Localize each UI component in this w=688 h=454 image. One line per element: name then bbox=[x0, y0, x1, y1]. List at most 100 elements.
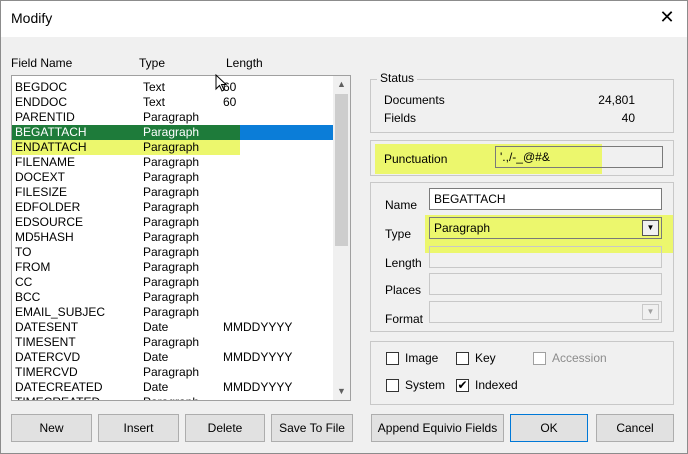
field-name-cell: FILESIZE bbox=[15, 185, 68, 199]
field-type-cell: Paragraph bbox=[143, 365, 200, 379]
list-item[interactable]: FILENAME Paragraph bbox=[12, 155, 334, 170]
field-name-cell: CC bbox=[15, 275, 33, 289]
field-name-cell: BCC bbox=[15, 290, 41, 304]
list-item[interactable]: FROM Paragraph bbox=[12, 260, 334, 275]
list-item[interactable]: BEGATTACH Paragraph bbox=[12, 125, 334, 140]
field-type-cell: Text bbox=[143, 95, 166, 109]
list-item[interactable]: ENDATTACH Paragraph bbox=[12, 140, 334, 155]
accession-label: Accession bbox=[552, 351, 607, 365]
field-name-cell: TIMECREATED bbox=[15, 395, 100, 400]
field-type-cell: Paragraph bbox=[143, 230, 200, 244]
system-checkbox[interactable] bbox=[386, 379, 399, 392]
field-name-cell: EDSOURCE bbox=[15, 215, 84, 229]
save-to-file-button[interactable]: Save To File bbox=[271, 414, 353, 442]
list-item[interactable]: CC Paragraph bbox=[12, 275, 334, 290]
field-name-cell: DATECREATED bbox=[15, 380, 103, 394]
list-item[interactable]: PARENTID Paragraph bbox=[12, 110, 334, 125]
type-label: Type bbox=[385, 227, 412, 241]
field-name-cell: DATERCVD bbox=[15, 350, 81, 364]
scroll-up-icon[interactable]: ▲ bbox=[333, 76, 350, 93]
list-item[interactable]: EDSOURCE Paragraph bbox=[12, 215, 334, 230]
punctuation-input[interactable]: '.,/-_@#& bbox=[495, 146, 663, 168]
format-select: ▼ bbox=[429, 301, 662, 323]
field-type-cell: Paragraph bbox=[143, 395, 199, 400]
key-checkbox[interactable] bbox=[456, 352, 469, 365]
image-checkbox[interactable] bbox=[386, 352, 399, 365]
list-item[interactable]: ENDDOC Text 60 bbox=[12, 95, 334, 110]
field-name-cell: DATESENT bbox=[15, 320, 79, 334]
punctuation-label: Punctuation bbox=[384, 152, 448, 166]
list-item[interactable]: TIMERCVD Paragraph bbox=[12, 365, 334, 380]
list-item[interactable]: MD5HASH Paragraph bbox=[12, 230, 334, 245]
delete-button[interactable]: Delete bbox=[185, 414, 265, 442]
chevron-down-icon[interactable]: ▼ bbox=[642, 220, 659, 236]
list-item[interactable]: TIMESENT Paragraph bbox=[12, 335, 334, 350]
type-select-value: Paragraph bbox=[434, 221, 491, 235]
vertical-scrollbar[interactable]: ▲ ▼ bbox=[333, 76, 350, 400]
list-item[interactable]: BEGDOC Text 60 bbox=[12, 80, 334, 95]
ok-button[interactable]: OK bbox=[510, 414, 588, 442]
field-name-cell: FROM bbox=[15, 260, 51, 274]
indexed-checkbox[interactable]: ✔ bbox=[456, 379, 469, 392]
field-name-cell: MD5HASH bbox=[15, 230, 74, 244]
list-item[interactable]: TO Paragraph bbox=[12, 245, 334, 260]
accession-checkbox bbox=[533, 352, 546, 365]
field-name-cell: ENDATTACH bbox=[15, 140, 87, 154]
list-item[interactable]: DATESENT Date MMDDYYYY bbox=[12, 320, 334, 335]
field-name-cell: DOCEXT bbox=[15, 170, 66, 184]
status-label: Status bbox=[377, 71, 418, 85]
modify-dialog: Modify ✕ Field Name Type Length BEGDOC Te… bbox=[0, 0, 688, 454]
field-type-cell: Paragraph bbox=[143, 260, 200, 274]
field-name-cell: BEGATTACH bbox=[15, 125, 87, 139]
list-item[interactable]: DATERCVD Date MMDDYYYY bbox=[12, 350, 334, 365]
close-icon[interactable]: ✕ bbox=[657, 7, 677, 28]
mouse-pointer-icon bbox=[215, 73, 229, 97]
field-type-cell: Paragraph bbox=[143, 170, 200, 184]
list-item[interactable]: DOCEXT Paragraph bbox=[12, 170, 334, 185]
list-item[interactable]: FILESIZE Paragraph bbox=[12, 185, 334, 200]
list-item[interactable]: EDFOLDER Paragraph bbox=[12, 200, 334, 215]
field-name-cell: EMAIL_SUBJEC bbox=[15, 305, 106, 319]
format-label: Format bbox=[385, 312, 424, 326]
cancel-button[interactable]: Cancel bbox=[596, 414, 674, 442]
places-label: Places bbox=[385, 283, 422, 297]
fields-label: Fields bbox=[384, 111, 417, 125]
indexed-label: Indexed bbox=[475, 378, 518, 392]
field-type-cell: Paragraph bbox=[143, 290, 200, 304]
field-name-cell: TIMERCVD bbox=[15, 365, 78, 379]
field-length-cell: MMDDYYYY bbox=[223, 350, 293, 364]
list-item[interactable]: EMAIL_SUBJEC Paragraph bbox=[12, 305, 334, 320]
format-chevron-down-icon: ▼ bbox=[642, 304, 659, 320]
field-name-cell: BEGDOC bbox=[15, 80, 68, 94]
documents-label: Documents bbox=[384, 93, 445, 107]
scrollbar-thumb[interactable] bbox=[335, 94, 348, 246]
header-length: Length bbox=[226, 56, 263, 70]
field-name-cell: EDFOLDER bbox=[15, 200, 81, 214]
documents-value: 24,801 bbox=[598, 93, 635, 107]
name-label: Name bbox=[385, 198, 418, 212]
system-label: System bbox=[405, 378, 446, 392]
list-item[interactable]: DATECREATED Date MMDDYYYY bbox=[12, 380, 334, 395]
list-item[interactable]: TIMECREATED Paragraph bbox=[12, 395, 334, 400]
field-type-cell: Paragraph bbox=[143, 140, 200, 154]
field-name-cell: PARENTID bbox=[15, 110, 75, 124]
field-type-cell: Paragraph bbox=[143, 185, 200, 199]
field-list[interactable]: BEGDOC Text 60 ENDDOC Text 60 PARENTID Paragrap… bbox=[11, 75, 351, 401]
field-type-cell: Text bbox=[143, 80, 166, 94]
field-name-cell: FILENAME bbox=[15, 155, 76, 169]
field-type-cell: Paragraph bbox=[143, 335, 200, 349]
name-input[interactable]: BEGATTACH bbox=[429, 188, 662, 210]
new-button[interactable]: New bbox=[11, 414, 92, 442]
key-label: Key bbox=[475, 351, 496, 365]
append-equivio-fields-button[interactable]: Append Equivio Fields bbox=[371, 414, 504, 442]
list-item[interactable]: BCC Paragraph bbox=[12, 290, 334, 305]
length-label: Length bbox=[385, 256, 422, 270]
field-length-cell: MMDDYYYY bbox=[223, 320, 293, 334]
scroll-down-icon[interactable]: ▼ bbox=[333, 383, 350, 400]
type-select[interactable]: Paragraph ▼ bbox=[429, 217, 662, 239]
places-input bbox=[429, 273, 662, 295]
insert-button[interactable]: Insert bbox=[98, 414, 179, 442]
title-bar: Modify ✕ bbox=[1, 1, 687, 37]
fields-value: 40 bbox=[621, 111, 635, 125]
field-type-cell: Date bbox=[143, 350, 169, 364]
